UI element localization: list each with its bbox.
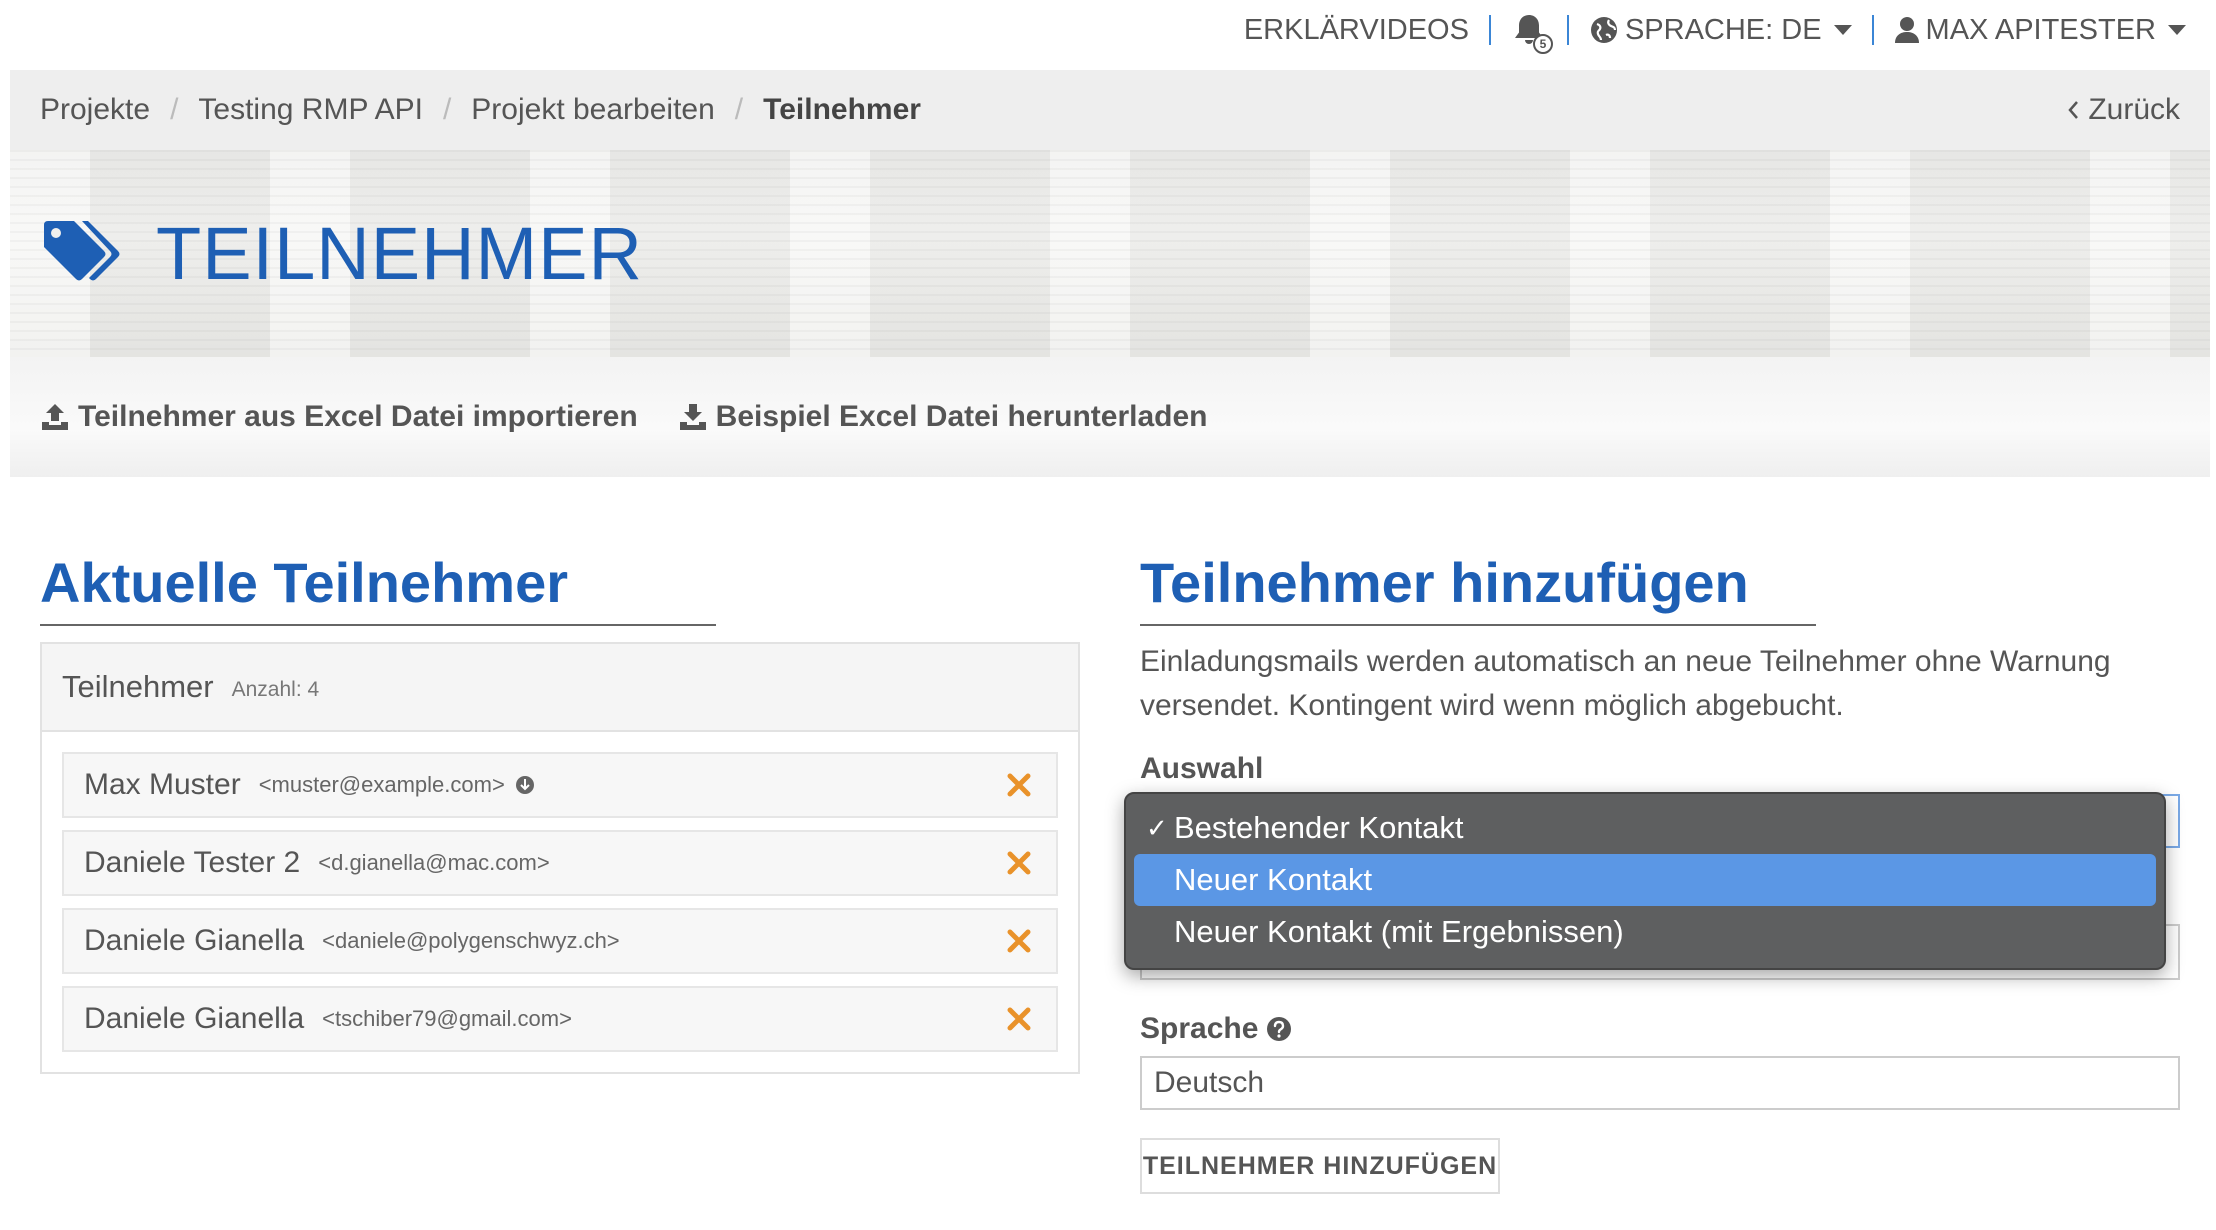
heading-underline: [40, 624, 716, 626]
participant-name: Daniele Gianella: [84, 1002, 305, 1035]
tags-icon: [44, 220, 120, 280]
participant-name: Max Muster: [84, 768, 241, 801]
breadcrumb-edit-project[interactable]: Projekt bearbeiten: [471, 93, 715, 127]
globe-icon: [1590, 17, 1617, 43]
heading-underline: [1140, 624, 1816, 626]
help-icon[interactable]: [1266, 1016, 1292, 1042]
remove-participant-icon[interactable]: [1002, 924, 1036, 958]
participants-panel-header: Teilnehmer Anzahl: 4: [42, 644, 1078, 732]
breadcrumb-projekte[interactable]: Projekte: [40, 93, 150, 127]
chevron-down-icon: [1833, 25, 1852, 35]
add-participant-description: Einladungsmails werden automatisch an ne…: [1140, 645, 2111, 722]
sprache-value: Deutsch: [1154, 1066, 1265, 1099]
breadcrumb-separator: /: [170, 93, 179, 126]
user-menu[interactable]: MAX APITESTER: [1894, 14, 2186, 47]
auswahl-label-text: Auswahl: [1140, 752, 1264, 785]
sprache-label-text: Sprache: [1140, 1012, 1259, 1045]
breadcrumb-separator: /: [442, 93, 452, 126]
import-excel-button[interactable]: Teilnehmer aus Excel Datei importieren: [40, 400, 638, 434]
remove-participant-icon[interactable]: [1002, 1002, 1036, 1036]
option-existing-contact[interactable]: ✓ Bestehender Kontakt: [1134, 802, 2156, 854]
language-dropdown[interactable]: SPRACHE: DE: [1589, 14, 1852, 47]
participant-name: Daniele Gianella: [84, 924, 305, 957]
download-example-label: Beispiel Excel Datei herunterladen: [715, 400, 1208, 433]
remove-participant-icon[interactable]: [1002, 846, 1036, 880]
nav-separator: [1871, 15, 1874, 45]
add-participant-button[interactable]: TEILNEHMER HINZUFÜGEN: [1140, 1138, 1500, 1194]
checkmark-icon: ✓: [1146, 812, 1168, 843]
page-header: TEILNEHMER: [10, 150, 2210, 357]
notification-badge: 5: [1532, 34, 1553, 54]
upload-icon: [42, 404, 68, 430]
participant-email: <muster@example.com>: [258, 772, 505, 797]
explainer-videos-label: ERKLÄRVIDEOS: [1243, 13, 1469, 46]
participants-panel-title: Teilnehmer: [62, 669, 214, 704]
download-icon: [679, 404, 706, 430]
participants-count: Anzahl: 4: [231, 678, 320, 701]
page-title: TEILNEHMER: [156, 212, 643, 295]
back-label: Zurück: [2088, 93, 2180, 126]
nav-separator: [1488, 15, 1491, 45]
breadcrumb-project[interactable]: Testing RMP API: [198, 93, 423, 127]
sprache-select[interactable]: Deutsch: [1140, 1056, 2180, 1110]
participant-email: <d.gianella@mac.com>: [318, 850, 550, 875]
add-participant-heading: Teilnehmer hinzufügen: [1140, 551, 1749, 614]
option-label: Neuer Kontakt (mit Ergebnissen): [1174, 914, 1624, 949]
language-label: SPRACHE: DE: [1624, 13, 1822, 46]
participant-name: Daniele Tester 2: [84, 846, 301, 879]
option-new-contact[interactable]: Neuer Kontakt: [1134, 854, 2156, 906]
breadcrumb-bar: Projekte / Testing RMP API / Projekt bea…: [10, 70, 2210, 150]
download-example-button[interactable]: Beispiel Excel Datei herunterladen: [678, 400, 1208, 434]
explainer-videos-link[interactable]: ERKLÄRVIDEOS: [1244, 14, 1469, 47]
participant-email: <daniele@polygenschwyz.ch>: [322, 928, 620, 953]
sprache-label: Sprache: [1140, 1012, 1292, 1046]
breadcrumb: Projekte / Testing RMP API / Projekt bea…: [40, 93, 921, 127]
top-navigation: ERKLÄRVIDEOS 5 SPRACHE: DE MAX APITESTER: [0, 0, 2216, 60]
participant-row: Daniele Gianella <tschiber79@gmail.com>: [62, 986, 1058, 1052]
arrow-circle-down-icon[interactable]: [515, 775, 535, 795]
back-link[interactable]: Zurück: [2066, 93, 2180, 127]
option-label: Bestehender Kontakt: [1174, 810, 1464, 845]
bell-icon: 5: [1511, 12, 1553, 54]
participants-panel: Teilnehmer Anzahl: 4 Max Muster <muster@…: [40, 642, 1080, 1074]
participant-row: Daniele Tester 2 <d.gianella@mac.com>: [62, 830, 1058, 896]
participant-row: Daniele Gianella <daniele@polygenschwyz.…: [62, 908, 1058, 974]
chevron-down-icon: [2168, 25, 2186, 35]
option-label: Neuer Kontakt: [1174, 862, 1373, 897]
remove-participant-icon[interactable]: [1002, 768, 1036, 802]
user-icon: [1894, 17, 1919, 43]
chevron-left-icon: [2068, 101, 2079, 119]
current-participants-heading: Aktuelle Teilnehmer: [40, 551, 569, 614]
user-name: MAX APITESTER: [1925, 13, 2156, 46]
breadcrumb-separator: /: [734, 93, 744, 126]
participant-email: <tschiber79@gmail.com>: [322, 1006, 572, 1031]
import-excel-label: Teilnehmer aus Excel Datei importieren: [78, 400, 638, 433]
breadcrumb-current: Teilnehmer: [763, 93, 921, 126]
nav-separator: [1566, 15, 1569, 45]
option-new-contact-with-results[interactable]: Neuer Kontakt (mit Ergebnissen): [1134, 906, 2156, 958]
auswahl-label: Auswahl: [1140, 752, 1263, 786]
auswahl-dropdown-menu: ✓ Bestehender Kontakt Neuer Kontakt Neue…: [1124, 792, 2166, 970]
notifications-button[interactable]: 5: [1511, 12, 1553, 54]
participant-row: Max Muster <muster@example.com>: [62, 752, 1058, 818]
actions-bar: Teilnehmer aus Excel Datei importieren B…: [10, 357, 2210, 477]
